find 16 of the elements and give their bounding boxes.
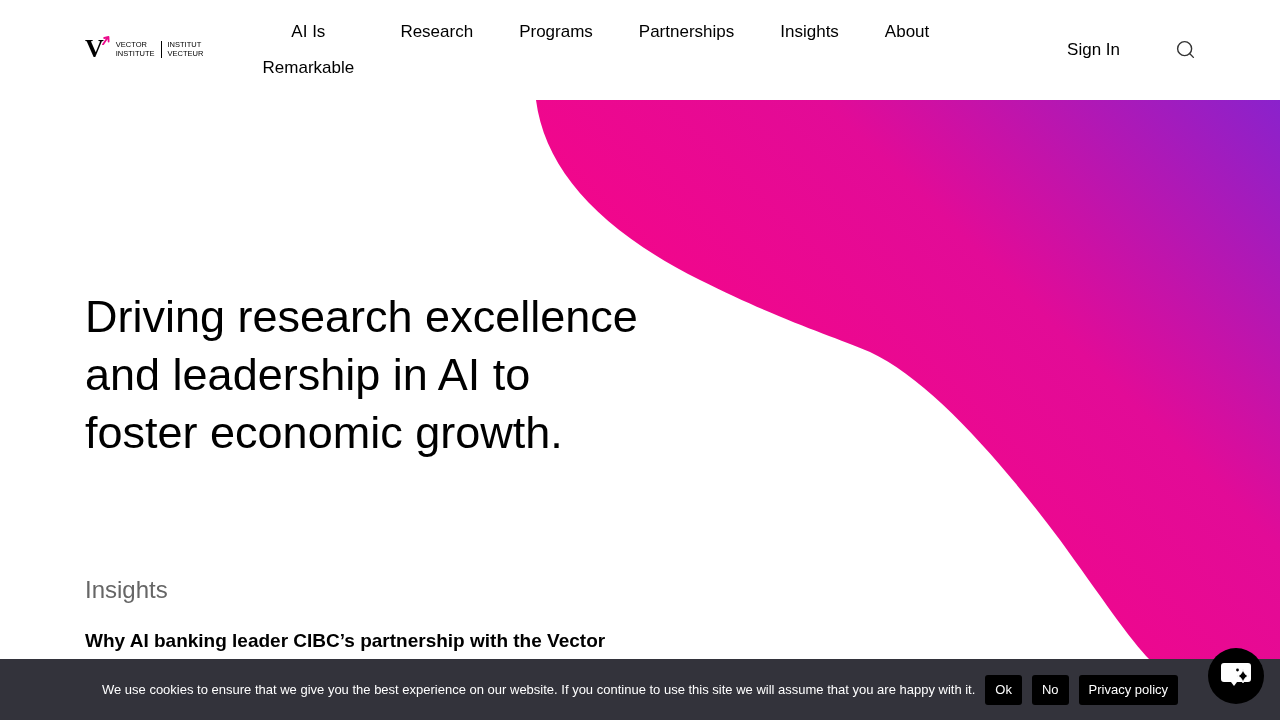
sign-in-link[interactable]: Sign In: [1067, 32, 1120, 68]
nav-link[interactable]: Partnerships: [638, 14, 735, 50]
nav-link[interactable]: Programs: [519, 14, 593, 50]
cookie-button[interactable]: Privacy policy: [1078, 674, 1179, 705]
search-icon[interactable]: [1175, 39, 1196, 60]
nav-link[interactable]: Research: [400, 14, 474, 50]
cookie-message: We use cookies to ensure that we give you the best experience on our website. If you continue to use this site we will assume that you are happy with it.: [101, 680, 976, 699]
logo-letter[interactable]: V: [85, 36, 104, 62]
hero-headline: Driving research excellence and leadership in AI to foster economic growth.: [85, 290, 639, 460]
nav-link[interactable]: AI Is Remarkable: [262, 14, 355, 86]
cookie-button[interactable]: No: [1031, 674, 1069, 705]
nav-link[interactable]: About: [884, 14, 930, 50]
cookie-button[interactable]: Ok: [985, 674, 1022, 705]
nav-link[interactable]: Insights: [780, 14, 839, 50]
section-heading: Insights: [85, 575, 168, 605]
article-title-link[interactable]: Why AI banking leader CIBC’s partnership with the Vector: [85, 628, 606, 654]
